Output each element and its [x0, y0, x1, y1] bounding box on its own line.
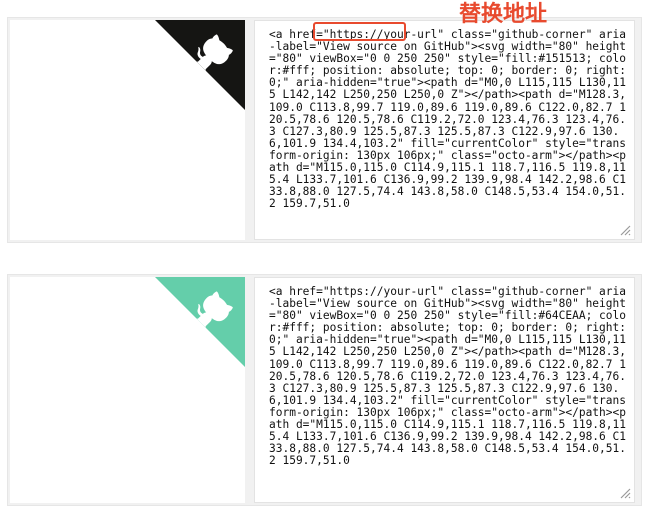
corner-preview	[10, 20, 245, 240]
resize-handle-icon[interactable]	[619, 487, 631, 499]
corner-preview	[10, 277, 245, 503]
github-corner-graphic	[155, 277, 245, 367]
code-textarea[interactable]: <a href="https://your-url" class="github…	[255, 278, 629, 467]
url-highlight-box	[313, 22, 406, 41]
code-editor[interactable]: <a href="https://your-url" class="github…	[254, 20, 635, 240]
replace-url-annotation: 替换地址	[459, 2, 548, 27]
code-textarea[interactable]: <a href="https://your-url" class="github…	[255, 21, 629, 210]
example-card-teal: <a href="https://your-url" class="github…	[7, 274, 642, 506]
github-corner-link[interactable]	[155, 277, 245, 367]
github-corner-link[interactable]	[155, 20, 245, 110]
github-corner-graphic	[155, 20, 245, 110]
example-card-dark: <a href="https://your-url" class="github…	[7, 17, 642, 243]
resize-handle-icon[interactable]	[619, 224, 631, 236]
code-editor[interactable]: <a href="https://your-url" class="github…	[254, 277, 635, 503]
